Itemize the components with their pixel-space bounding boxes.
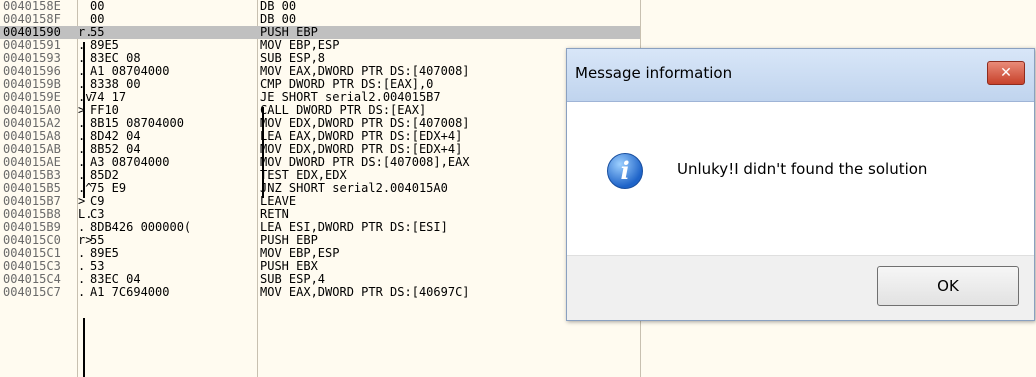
hex-bytes: 8DB426 000000( bbox=[90, 220, 192, 234]
hex-bytes: A1 7C694000 bbox=[90, 285, 170, 299]
info-icon: i bbox=[607, 153, 643, 189]
instruction: MOV EAX,DWORD PTR DS:[40697C] bbox=[260, 285, 470, 299]
dialog-titlebar[interactable]: Message information ✕ bbox=[567, 49, 1034, 102]
dialog-footer: OK bbox=[567, 255, 1034, 320]
dialog-body: i Unluky!I didn't found the solution bbox=[567, 102, 1034, 254]
procedure-bracket bbox=[83, 318, 85, 377]
code-row[interactable]: 004015C7. A1 7C694000 MOV EAX,DWORD PTR DS… bbox=[0, 286, 640, 299]
dialog-title: Message information bbox=[575, 64, 733, 82]
close-icon: ✕ bbox=[1000, 65, 1012, 81]
address: 004015C7 bbox=[3, 285, 61, 299]
disassembly-pane[interactable]: 0040158E 00 DB 00 0040158F 00 DB 00 00401590… bbox=[0, 0, 640, 377]
message-dialog: Message information ✕ i Unluky!I didn't … bbox=[566, 48, 1035, 321]
close-button[interactable]: ✕ bbox=[987, 61, 1025, 85]
ok-button[interactable]: OK bbox=[877, 266, 1019, 306]
dialog-message: Unluky!I didn't found the solution bbox=[677, 160, 928, 178]
